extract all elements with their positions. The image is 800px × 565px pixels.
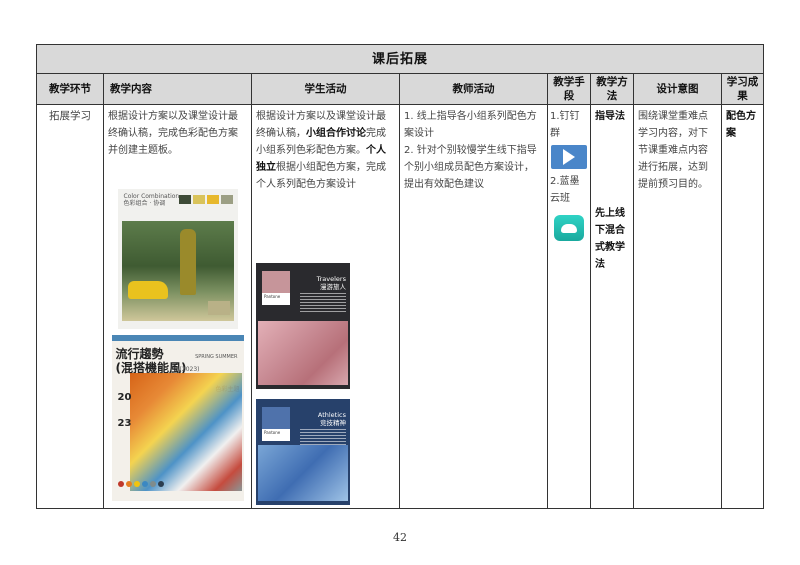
page-number: 42 [393,531,407,544]
content-text: 根据设计方案以及课堂设计最终确认稿，完成色彩配色方案并创建主题板。 [108,111,238,156]
student-text: 根据设计方案以及课堂设计最终确认稿，小组合作讨论完成小组系列色彩配色方案。个人独… [256,111,386,190]
dot [125,481,132,487]
lanmo-cloud-icon [554,215,584,241]
cell-method: 指导法 先上线下混合式教学法 [590,104,634,509]
header-means: 教学手段 [547,73,591,105]
header-student: 学生活动 [251,73,400,105]
poster-top-bar [111,335,244,341]
method-2: 先上线下混合式教学法 [595,208,625,270]
swatch [192,195,205,204]
color-strip [207,301,230,315]
pantone-chip: Pantone [262,271,290,305]
poster-text-lines [300,293,346,313]
trend-number-1: 20 [117,392,132,403]
swatch [206,195,219,204]
cell-content: 根据设计方案以及课堂设计最终确认稿，完成色彩配色方案并创建主题板。 Color … [103,104,252,509]
poster-title: Athletics 竞技精神 [317,411,346,427]
dot [149,481,156,487]
dot [133,481,140,487]
model-figure [179,229,196,295]
intent-text: 围绕课堂重难点学习内容，对下节课重难点内容进行拓展，达到提前预习目的。 [638,111,708,190]
poster-photo [258,321,348,385]
header-intent: 设计意图 [633,73,722,105]
dingtalk-icon [551,145,587,169]
trend-poster-image: 流行趨勢 (混搭機能風) (2023) SPRING SUMMER 色彩主題 2… [111,335,244,501]
method-spacer [595,125,629,205]
dot [141,481,148,487]
pantone-athletics-image: Pantone Athletics 竞技精神 [256,399,350,505]
color-dots [117,481,164,487]
header-method: 教学方法 [590,73,634,105]
trend-season: SPRING SUMMER [195,354,238,360]
cell-student: 根据设计方案以及课堂设计最终确认稿，小组合作讨论完成小组系列色彩配色方案。个人独… [251,104,400,509]
lesson-plan-table: 课后拓展 教学环节 教学内容 学生活动 教师活动 教学手段 教学方法 设计意图 … [35,44,765,509]
header-stage: 教学环节 [36,73,104,105]
method-1: 指导法 [595,111,625,122]
cell-intent: 围绕课堂重难点学习内容，对下节课重难点内容进行拓展，达到提前预习目的。 [633,104,722,509]
swatch [220,195,233,204]
dot [117,481,124,487]
cell-stage: 拓展学习 [36,104,104,509]
header-outcome: 学习成果 [720,73,765,105]
cell-teacher: 1. 线上指导各小组系列配色方案设计 2. 针对个别较慢学生线下指导个别小组成员… [399,104,548,509]
header-teacher: 教师活动 [399,73,548,105]
trend-number-2: 23 [117,418,132,429]
color-swatches [178,195,233,204]
chip-color [262,407,290,429]
stage-text: 拓展学习 [49,110,91,122]
poster-photo [258,445,348,501]
outcome-text: 配色方案 [726,111,756,139]
fashion-collage [129,373,242,491]
swatch [178,195,191,204]
color-combination-label: Color Combination 色彩组合 · 协调 [123,193,180,207]
pantone-travelers-image: Pantone Travelers 漫游旅人 [256,263,350,389]
means-item-1: 1.钉钉群 [550,111,580,139]
poster-title: Travelers 漫游旅人 [316,275,346,291]
pantone-chip: Pantone [262,407,290,441]
table-title: 课后拓展 [35,44,765,74]
teacher-text: 1. 线上指导各小组系列配色方案设计 2. 针对个别较慢学生线下指导个别小组成员… [404,111,537,190]
chip-color [262,271,290,293]
yellow-car [127,281,168,299]
cell-outcome: 配色方案 [720,104,765,509]
cell-means: 1.钉钉群 2.蓝墨云班 [547,104,591,509]
header-content: 教学内容 [103,73,252,105]
color-combination-image: Color Combination 色彩组合 · 协调 [117,189,238,329]
means-item-2: 2.蓝墨云班 [550,176,580,204]
dot [157,481,164,487]
